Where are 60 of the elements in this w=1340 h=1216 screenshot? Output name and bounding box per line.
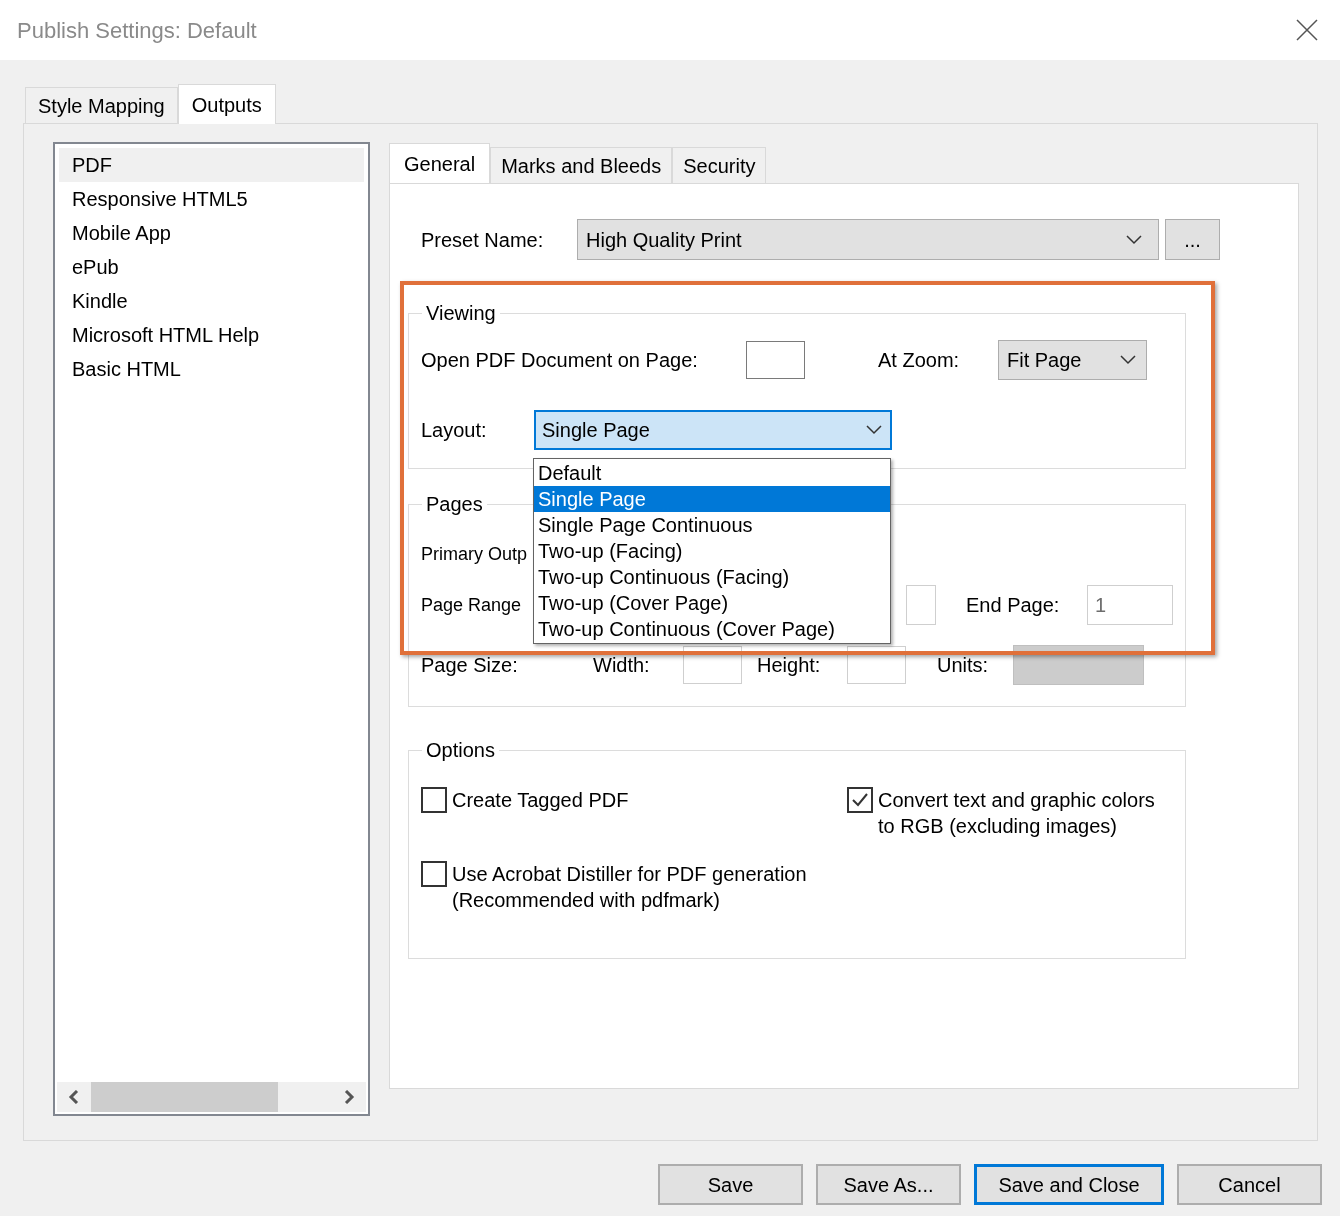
- group-title: Options: [425, 738, 496, 763]
- checkbox-label: Create Tagged PDF: [452, 788, 629, 813]
- field-label: Height:: [757, 653, 822, 678]
- tab[interactable]: Outputs: [177, 84, 276, 124]
- checkbox[interactable]: [421, 861, 447, 887]
- list-item[interactable]: PDF: [59, 148, 364, 182]
- dropdown-option[interactable]: Two-up Continuous (Cover Page): [534, 616, 890, 642]
- horizontal-scrollbar[interactable]: [57, 1082, 366, 1112]
- checkmark-icon: [851, 792, 869, 808]
- field-label: Preset Name:: [421, 227, 545, 253]
- list-item[interactable]: ePub: [59, 250, 364, 284]
- dialog-button[interactable]: Save: [658, 1164, 803, 1205]
- field-label: End Page:: [966, 593, 1061, 618]
- list-item[interactable]: Microsoft HTML Help: [59, 318, 364, 352]
- layout-dropdown[interactable]: Single Page: [534, 410, 892, 450]
- field-label: Layout:: [421, 418, 488, 443]
- list-item[interactable]: Mobile App: [59, 216, 364, 250]
- tab[interactable]: Security: [672, 147, 767, 183]
- window-title: Publish Settings: Default: [17, 16, 257, 45]
- tab[interactable]: Style Mapping: [25, 87, 178, 123]
- checkbox-label: Use Acrobat Distiller for PDF generation (Recommended with pdfmark): [452, 862, 807, 913]
- list-item[interactable]: Basic HTML: [59, 352, 364, 386]
- group-title: Viewing: [425, 301, 497, 326]
- chevron-down-icon: [1126, 234, 1142, 245]
- checkbox[interactable]: [847, 787, 873, 813]
- dropdown-option[interactable]: Two-up (Facing): [534, 538, 890, 564]
- dialog-button[interactable]: Save and Close: [974, 1164, 1164, 1205]
- field-label: At Zoom:: [878, 348, 961, 373]
- chevron-down-icon: [1120, 355, 1136, 365]
- chevron-right-icon[interactable]: [343, 1090, 355, 1104]
- tab[interactable]: Marks and Bleeds: [490, 147, 673, 183]
- preset-dropdown[interactable]: High Quality Print: [577, 219, 1159, 260]
- zoom-dropdown[interactable]: Fit Page: [998, 340, 1147, 380]
- dropdown-option[interactable]: Single Page Continuous: [534, 512, 890, 538]
- more-button[interactable]: ...: [1165, 219, 1220, 260]
- tab[interactable]: General: [389, 143, 491, 184]
- close-icon[interactable]: [1296, 19, 1318, 41]
- field-label: Page Range: [421, 593, 522, 617]
- dialog-button[interactable]: Cancel: [1177, 1164, 1322, 1205]
- field-label: Units:: [937, 653, 990, 678]
- field-label: Open PDF Document on Page:: [421, 348, 699, 373]
- chevron-left-icon[interactable]: [68, 1090, 80, 1104]
- dialog-button[interactable]: Save As...: [816, 1164, 961, 1205]
- end-page-field[interactable]: 1: [1087, 585, 1173, 625]
- field-label: Width:: [593, 653, 651, 678]
- scrollbar-thumb[interactable]: [91, 1082, 278, 1112]
- list-item[interactable]: Responsive HTML5: [59, 182, 364, 216]
- checkbox-label: Convert text and graphic colors to RGB (excluding images): [878, 788, 1155, 839]
- group-title: Pages: [425, 492, 484, 517]
- page-input-field[interactable]: [746, 341, 805, 379]
- dropdown-option[interactable]: Two-up Continuous (Facing): [534, 564, 890, 590]
- start-page-field[interactable]: [906, 585, 936, 625]
- list-item[interactable]: Kindle: [59, 284, 364, 318]
- dropdown-option[interactable]: Two-up (Cover Page): [534, 590, 890, 616]
- field-label: Page Size:: [421, 653, 519, 678]
- checkbox[interactable]: [421, 787, 447, 813]
- dropdown-option[interactable]: Single Page: [534, 486, 890, 512]
- chevron-down-icon: [866, 425, 882, 435]
- field-label: Primary Outp: [421, 542, 528, 566]
- dropdown-option[interactable]: Default: [534, 460, 890, 486]
